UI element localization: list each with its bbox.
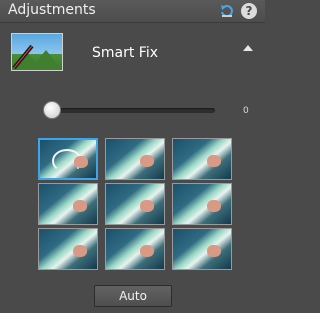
panel-title: Adjustments [8, 2, 96, 18]
preset-thumbnail-grid [38, 138, 232, 270]
preset-thumbnail-8[interactable] [105, 228, 165, 270]
preset-thumbnail-2[interactable] [105, 138, 165, 180]
collapse-arrow-icon[interactable] [243, 45, 253, 51]
preset-thumbnail-5[interactable] [105, 183, 165, 225]
reset-icon[interactable] [219, 3, 235, 19]
preset-thumbnail-9[interactable] [172, 228, 232, 270]
smart-fix-slider-handle[interactable] [43, 101, 61, 119]
panel-header: Adjustments ? [0, 0, 265, 23]
preset-thumbnail-7[interactable] [38, 228, 98, 270]
hover-loop-icon [52, 149, 82, 173]
slider-value: 0 [243, 106, 249, 116]
preset-thumbnail-4[interactable] [38, 183, 98, 225]
preset-thumbnail-3[interactable] [172, 138, 232, 180]
preset-thumbnail-1[interactable] [38, 138, 98, 180]
help-icon[interactable]: ? [241, 3, 257, 19]
smart-fix-section-header[interactable]: Smart Fix [0, 23, 265, 89]
preset-thumbnail-6[interactable] [172, 183, 232, 225]
smart-fix-label: Smart Fix [92, 45, 159, 61]
smart-fix-slider-track[interactable] [49, 108, 215, 113]
auto-button[interactable]: Auto [94, 285, 172, 307]
mountain-photo-icon [12, 44, 62, 70]
smart-fix-thumbnail-icon [11, 33, 63, 71]
